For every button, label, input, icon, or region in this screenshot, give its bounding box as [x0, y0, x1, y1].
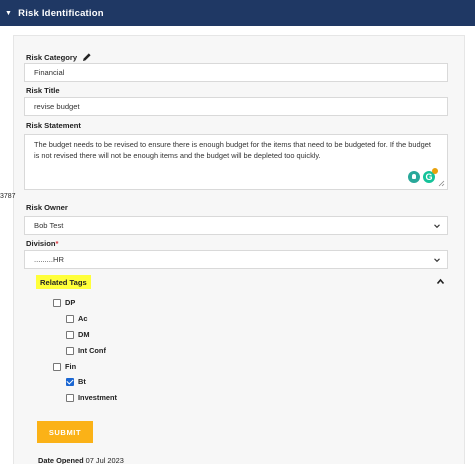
- section-header-risk-identification[interactable]: ▼ Risk Identification: [0, 0, 475, 26]
- tag-checkbox-dm[interactable]: DM: [66, 330, 90, 339]
- tag-checkbox-ac[interactable]: Ac: [66, 314, 87, 323]
- submit-button[interactable]: SUBMIT: [37, 421, 93, 443]
- related-tags-label: Related Tags: [36, 275, 91, 289]
- division-select[interactable]: .........HR: [24, 250, 448, 269]
- tag-checkbox-bt[interactable]: Bt: [66, 377, 86, 386]
- tag-label: Bt: [78, 377, 86, 386]
- risk-owner-select[interactable]: Bob Test: [24, 216, 448, 235]
- tag-label: Ac: [78, 314, 88, 323]
- risk-category-field[interactable]: Financial: [24, 63, 448, 82]
- tag-label: Investment: [78, 393, 118, 402]
- chevron-down-icon: [434, 258, 440, 263]
- date-opened-value: 07 Jul 2023: [85, 456, 124, 464]
- lightbulb-icon[interactable]: [408, 171, 420, 183]
- date-opened: Date Opened 07 Jul 2023: [38, 456, 124, 464]
- risk-statement-value: The budget needs to be revised to ensure…: [34, 140, 431, 160]
- tag-checkbox-fin[interactable]: Fin: [53, 362, 76, 371]
- caret-down-icon: ▼: [5, 9, 13, 17]
- date-opened-label: Date Opened: [38, 456, 84, 464]
- textarea-assist-icons: G: [408, 168, 438, 183]
- chevron-up-icon[interactable]: [436, 278, 445, 285]
- risk-owner-label: Risk Owner: [26, 203, 68, 212]
- grammarly-badge: [432, 168, 438, 174]
- checkbox[interactable]: [66, 346, 74, 355]
- risk-owner-value: Bob Test: [34, 221, 64, 230]
- tag-label: DP: [65, 298, 76, 307]
- checkbox[interactable]: [66, 330, 74, 339]
- risk-statement-textarea[interactable]: The budget needs to be revised to ensure…: [24, 134, 448, 190]
- required-mark: *: [55, 239, 59, 248]
- risk-category-value: Financial: [34, 68, 65, 77]
- risk-title-value: revise budget: [34, 102, 80, 111]
- tag-label: Int Conf: [78, 346, 106, 355]
- checkbox[interactable]: [66, 393, 74, 402]
- risk-statement-label: Risk Statement: [26, 121, 81, 130]
- tag-checkbox-dp[interactable]: DP: [53, 298, 75, 307]
- risk-title-input[interactable]: revise budget: [24, 97, 448, 116]
- checkbox[interactable]: [53, 362, 61, 371]
- character-count: 3787: [0, 193, 16, 200]
- risk-title-label: Risk Title: [26, 86, 60, 95]
- checkbox[interactable]: [53, 298, 61, 307]
- tag-checkbox-int-conf[interactable]: Int Conf: [66, 346, 106, 355]
- division-value: .........HR: [34, 255, 64, 264]
- division-label-text: Division: [26, 239, 56, 248]
- tag-label: DM: [78, 330, 90, 339]
- checkbox[interactable]: [66, 314, 74, 323]
- tag-label: Fin: [65, 362, 77, 371]
- resize-grip-icon[interactable]: [437, 179, 445, 187]
- section-title: Risk Identification: [18, 7, 104, 19]
- risk-category-label-text: Risk Category: [26, 53, 78, 62]
- checkbox-checked[interactable]: [66, 377, 74, 386]
- risk-category-label: Risk Category: [26, 52, 92, 62]
- tag-checkbox-investment[interactable]: Investment: [66, 393, 117, 402]
- pencil-icon[interactable]: [82, 52, 92, 62]
- division-label: Division*: [26, 239, 59, 248]
- chevron-down-icon: [434, 224, 440, 229]
- grammarly-icon[interactable]: G: [423, 168, 438, 183]
